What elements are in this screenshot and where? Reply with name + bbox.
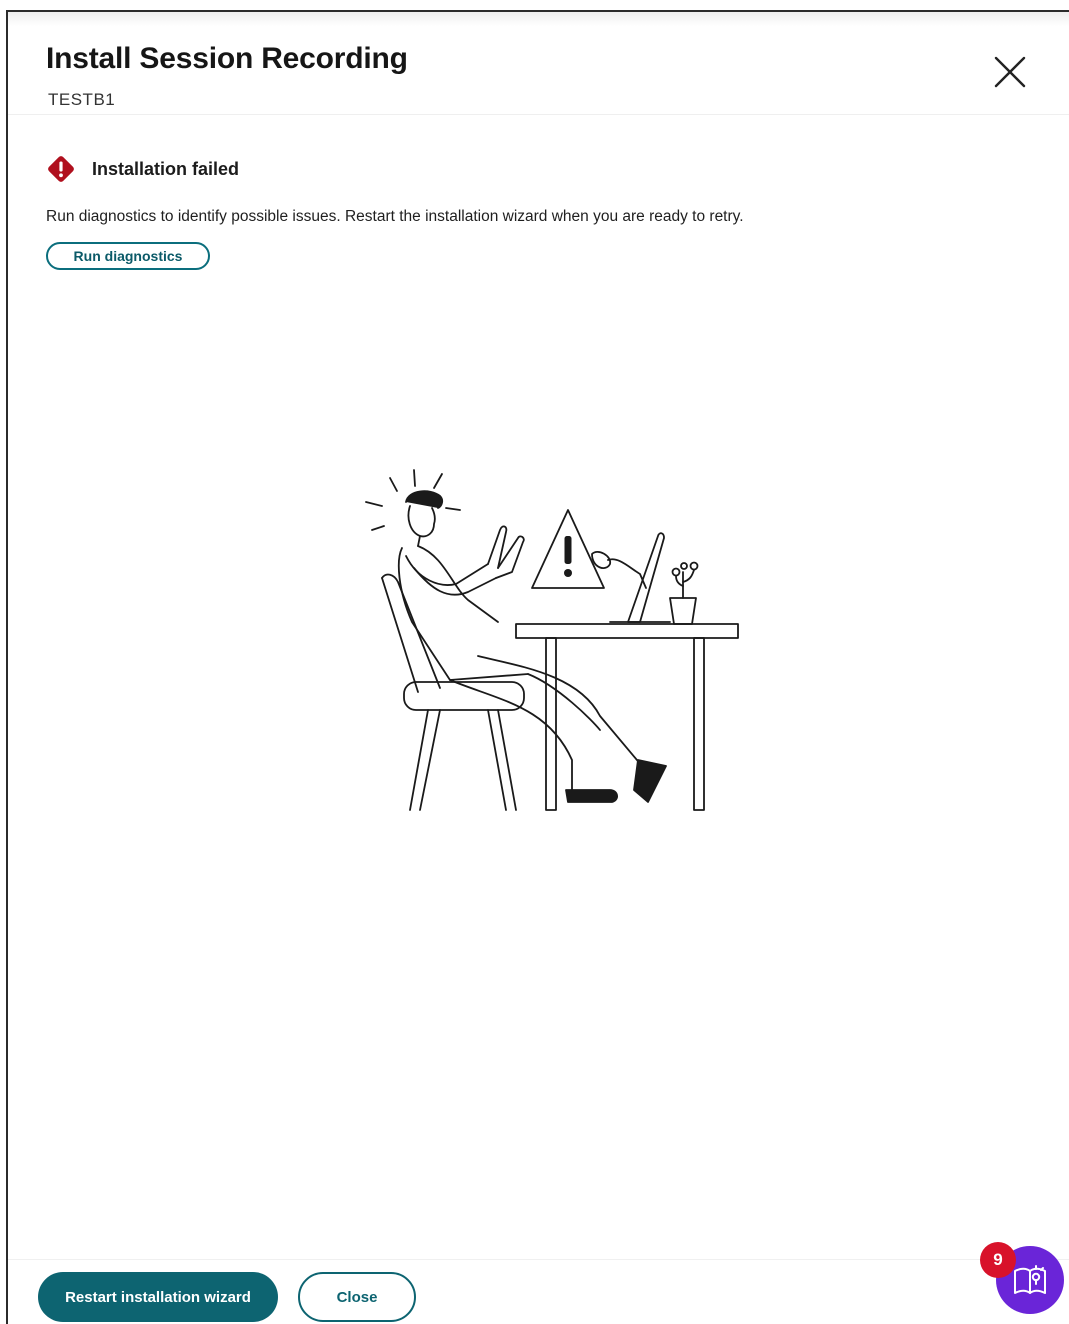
- restart-installation-wizard-button[interactable]: Restart installation wizard: [38, 1272, 278, 1322]
- installation-failed-illustration: [365, 469, 739, 811]
- footer-divider: [8, 1259, 1069, 1260]
- status-text: Installation failed: [92, 158, 240, 179]
- dialog-subtitle: TESTB1: [48, 90, 116, 109]
- guide-book-icon: [1014, 1265, 1046, 1294]
- run-diagnostics-button[interactable]: Run diagnostics: [46, 242, 210, 270]
- error-diamond-icon: [44, 152, 78, 186]
- dialog-title: Install Session Recording: [46, 42, 408, 75]
- notification-badge: 9: [980, 1242, 1016, 1278]
- install-dialog: Install Session Recording TESTB1 Install…: [6, 10, 1069, 1324]
- header-shade: [8, 12, 1069, 26]
- header-divider: [8, 114, 1069, 115]
- close-icon[interactable]: [990, 52, 1030, 92]
- status-description: Run diagnostics to identify possible iss…: [46, 208, 744, 225]
- close-button[interactable]: Close: [298, 1272, 416, 1322]
- status-row: Installation failed: [44, 152, 239, 186]
